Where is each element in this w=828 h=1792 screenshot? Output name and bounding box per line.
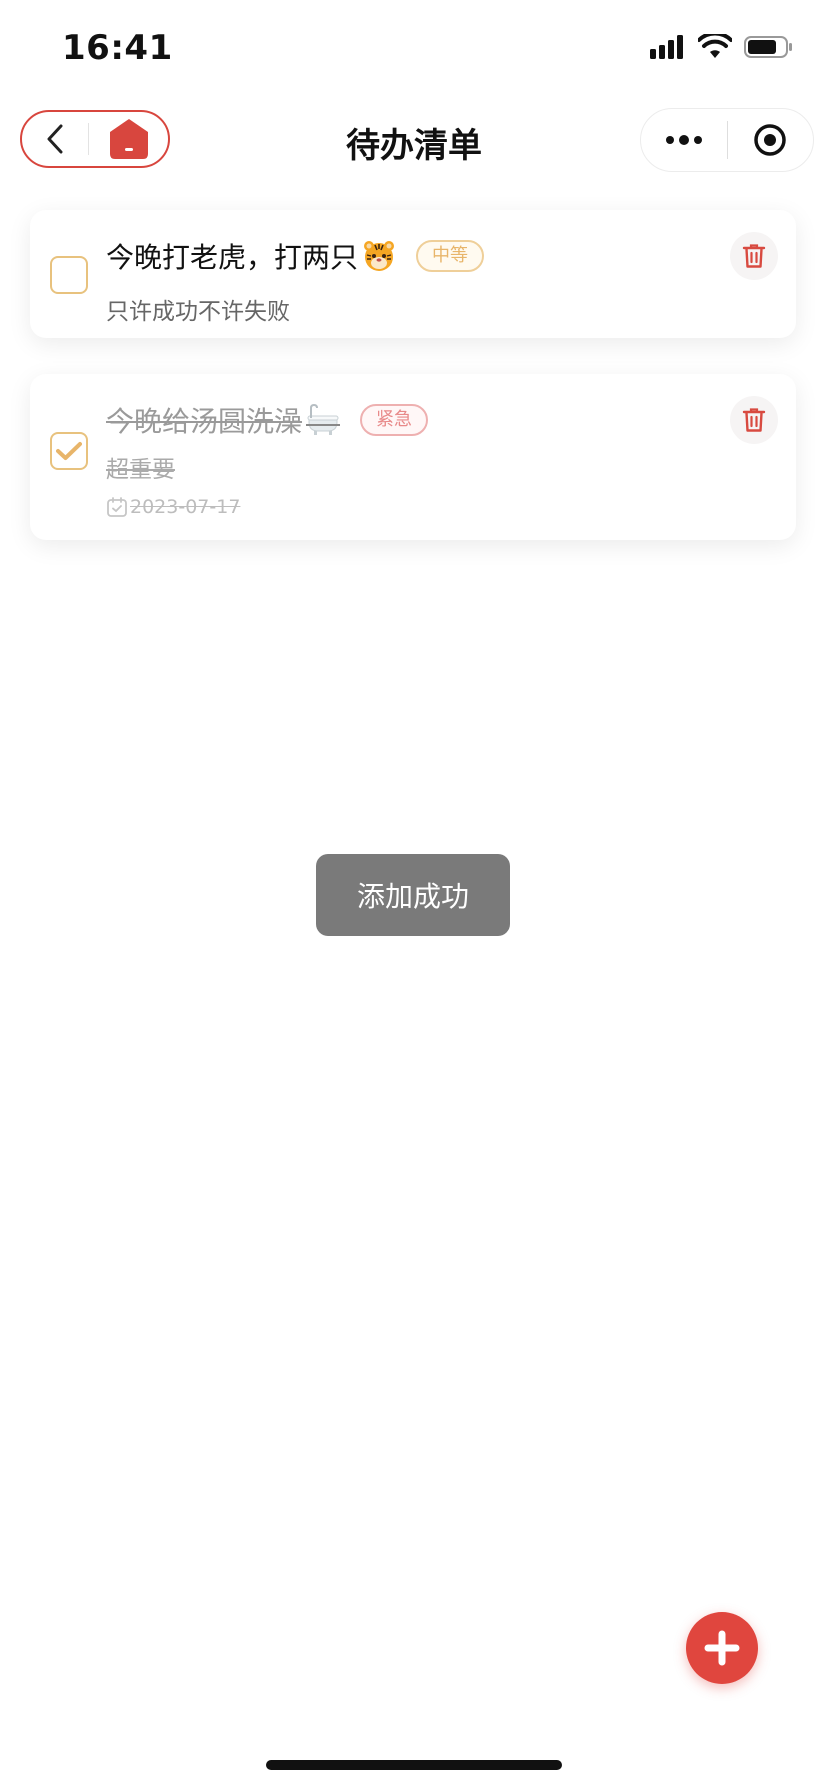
- wifi-icon: [698, 34, 732, 58]
- close-miniprogram-button[interactable]: [728, 109, 814, 171]
- screen: 16:41 待办清单 今晚打老虎，打两只 中等 只许成功不许失败 今晚给汤圆洗澡…: [0, 0, 828, 1792]
- delete-button[interactable]: [730, 396, 778, 444]
- calendar-icon: [107, 497, 127, 517]
- todo-description: 超重要: [106, 457, 175, 483]
- battery-icon: [744, 36, 792, 58]
- priority-tag: 紧急: [360, 404, 429, 436]
- delete-button[interactable]: [730, 232, 778, 280]
- more-icon: [665, 135, 702, 145]
- todo-title-row: 今晚打老虎，打两只 中等: [106, 236, 485, 276]
- priority-tag: 中等: [416, 240, 485, 272]
- todo-description: 只许成功不许失败: [106, 299, 290, 325]
- tiger-emoji-icon: [364, 241, 395, 271]
- nav-bar: 待办清单: [0, 100, 828, 180]
- todo-title: 今晚给汤圆洗澡: [106, 405, 303, 438]
- checkmark-icon: [56, 442, 82, 460]
- todo-card: 今晚给汤圆洗澡 紧急 超重要 2023-07-17: [30, 374, 796, 540]
- todo-checkbox[interactable]: [50, 256, 88, 294]
- todo-title-row: 今晚给汤圆洗澡 紧急: [106, 400, 429, 440]
- status-icons: [650, 34, 794, 60]
- bathtub-emoji-icon: [306, 403, 341, 435]
- target-icon: [754, 124, 786, 156]
- nav-right-capsule: [640, 108, 814, 172]
- plus-icon: [704, 1630, 740, 1666]
- trash-icon: [742, 244, 766, 268]
- more-button[interactable]: [641, 109, 727, 171]
- todo-date: 2023-07-17: [106, 496, 240, 518]
- todo-checkbox-checked[interactable]: [50, 432, 88, 470]
- cellular-signal-icon: [650, 35, 683, 59]
- status-time: 16:41: [62, 28, 173, 68]
- todo-title: 今晚打老虎，打两只: [106, 241, 359, 274]
- home-indicator: [266, 1760, 562, 1770]
- todo-date-text: 2023-07-17: [130, 496, 241, 518]
- todo-card: 今晚打老虎，打两只 中等 只许成功不许失败: [30, 210, 796, 338]
- status-bar: 16:41: [0, 0, 828, 100]
- add-todo-button[interactable]: [686, 1612, 758, 1684]
- toast-message: 添加成功: [316, 854, 510, 936]
- trash-icon: [742, 408, 766, 432]
